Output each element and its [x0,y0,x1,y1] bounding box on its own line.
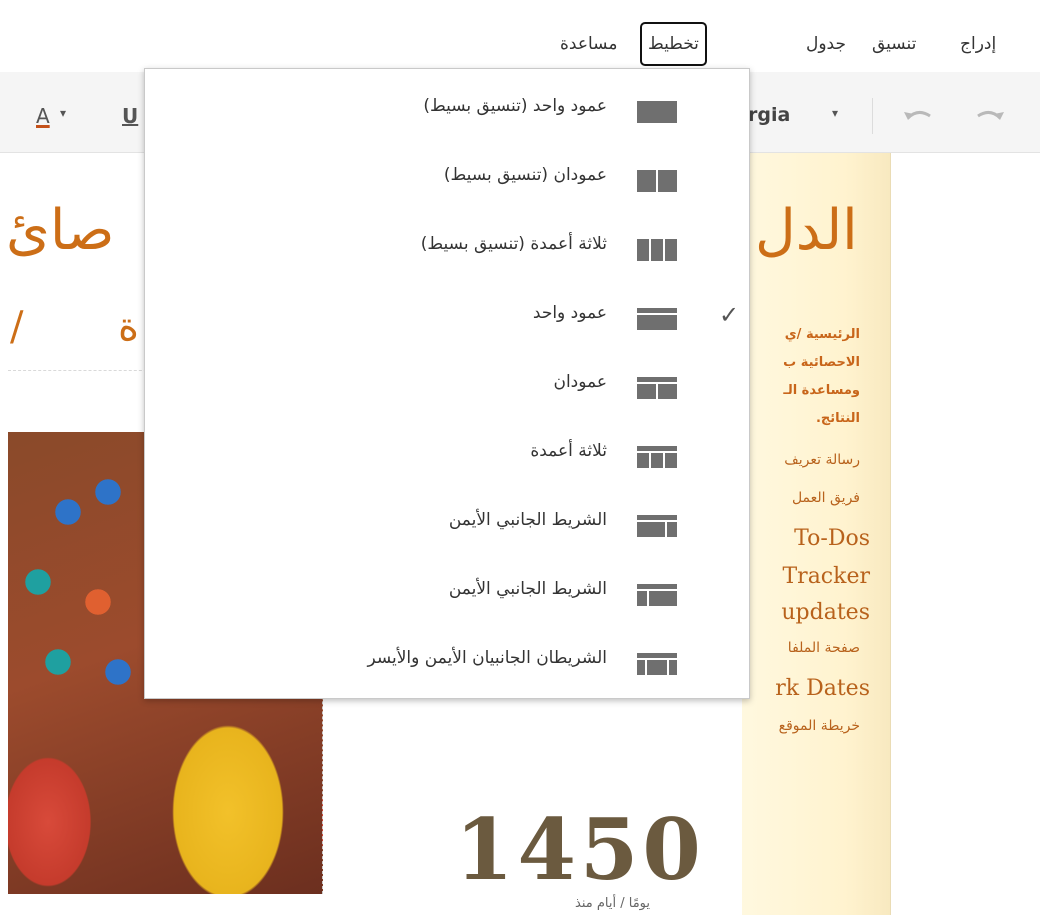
right-sidebar-icon [637,515,677,537]
one-column-simple-icon [637,101,677,123]
sidebar-link-about[interactable]: رسالة تعريف [784,452,860,468]
layout-option-right-sidebar-alt[interactable]: الشريط الجانبي الأيمن [145,563,749,621]
page-heading-left: صائ [6,198,115,263]
page-subheading-left: / [10,304,24,350]
sidebar-link-todos[interactable]: To-Dos [794,526,870,551]
sidebar-link-updates[interactable]: updates [781,600,870,625]
layout-option-label: ثلاثة أعمدة [530,441,607,461]
font-color-dropdown-icon[interactable]: ▾ [60,106,66,120]
layout-option-label: ثلاثة أعمدة (تنسيق بسيط) [420,234,607,254]
sidebar-link-benchmark[interactable]: rk Dates [775,676,870,701]
page-heading-right: الدل [755,198,858,263]
sidebar-text-4: النتائج. [815,411,860,426]
page-margin [893,153,1040,915]
layout-option-label: الشريط الجانبي الأيمن [448,510,607,530]
layout-option-label: الشريط الجانبي الأيمن [448,579,607,599]
layout-option-three-columns[interactable]: ثلاثة أعمدة [145,425,749,483]
right-sidebar-alt-icon [637,584,677,606]
menu-layout[interactable]: تخطيط [640,22,707,66]
undo-icon[interactable] [898,102,938,136]
font-name-dropdown-icon[interactable]: ▾ [832,106,838,120]
menu-insert[interactable]: إدراج [960,34,996,54]
toolbar-divider [872,98,873,134]
layout-option-right-sidebar[interactable]: الشريط الجانبي الأيمن [145,494,749,552]
both-sidebars-icon [637,653,677,675]
menu-bar: إدراج تنسيق جدول تخطيط مساعدة [0,0,1040,72]
layout-dropdown-menu: عمود واحد (تنسيق بسيط) عمودان (تنسيق بسي… [144,68,750,699]
layout-option-label: الشريطان الجانبيان الأيمن والأيسر [367,648,607,668]
layout-option-both-sidebars[interactable]: الشريطان الجانبيان الأيمن والأيسر [145,632,749,690]
page-subheading-mid: ة [118,304,139,350]
sidebar-link-sitemap[interactable]: خريطة الموقع [779,718,860,734]
menu-table[interactable]: جدول [806,34,846,54]
sidebar-link-tracker[interactable]: Tracker [783,564,871,589]
layout-option-one-column[interactable]: ✓ عمود واحد [145,287,749,345]
sidebar-text-1: الرئيسية /ي [784,327,860,342]
menu-format[interactable]: تنسيق [872,34,916,54]
sidebar-link-files[interactable]: صفحة الملفا [788,640,860,656]
font-color-button[interactable]: A [36,104,50,128]
layout-option-label: عمود واحد [532,303,607,323]
layout-option-three-columns-simple[interactable]: ثلاثة أعمدة (تنسيق بسيط) [145,218,749,276]
three-columns-simple-icon [637,239,677,261]
menu-help[interactable]: مساعدة [560,34,617,54]
redo-icon[interactable] [970,102,1010,136]
days-counter-caption: يومًا / أيام منذ [575,896,650,911]
two-columns-icon [637,377,677,399]
three-columns-icon [637,446,677,468]
sidebar-text-2: الاحصائية ب [783,355,860,370]
days-counter: 1450 [455,800,705,899]
sidebar-text-3: ومساعدة الـ [783,383,860,398]
layout-option-one-column-simple[interactable]: عمود واحد (تنسيق بسيط) [145,80,749,138]
layout-option-two-columns[interactable]: عمودان [145,356,749,414]
layout-option-label: عمودان [553,372,607,392]
underline-button[interactable]: U [122,104,138,128]
one-column-icon [637,308,677,330]
layout-option-label: عمودان (تنسيق بسيط) [443,165,607,185]
sidebar-link-team[interactable]: فريق العمل [792,490,860,506]
two-columns-simple-icon [637,170,677,192]
check-icon: ✓ [719,301,740,329]
layout-option-label: عمود واحد (تنسيق بسيط) [423,96,607,116]
layout-option-two-columns-simple[interactable]: عمودان (تنسيق بسيط) [145,149,749,207]
font-name-select[interactable]: rgia [748,104,790,126]
